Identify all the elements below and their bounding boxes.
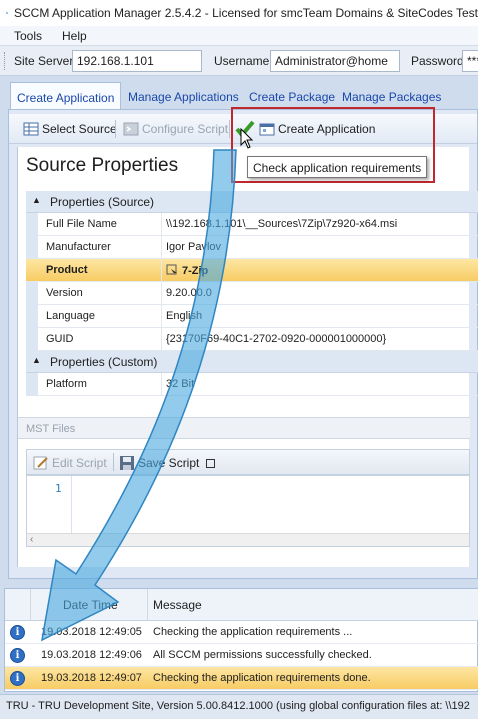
category-source[interactable]: ▲ Properties (Source) [26,191,478,213]
select-source-label: Select Source [42,122,117,136]
page-title: Source Properties [26,155,179,176]
property-value: \\192.168.1.101\__Sources\7Zip\7z920-x64… [166,218,398,230]
log-date: 19.03.2018 12:49:05 [41,626,142,638]
property-key: Version [38,282,162,305]
property-value: {23170F69-40C1-2702-0920-000001000000} [166,333,387,345]
mst-files-label: MST Files [18,417,470,439]
edit-cursor-icon [166,264,177,275]
app-logo-icon [6,12,8,14]
log-row-selected[interactable]: i 19.03.2018 12:49:07 Checking the appli… [5,667,478,690]
property-row[interactable]: Full File Name \\192.168.1.101\__Sources… [38,213,478,236]
configure-script-button[interactable]: Configure Script [123,119,228,139]
horizontal-scrollbar[interactable]: ‹ [27,533,469,546]
tab-create-application[interactable]: Create Application [10,82,122,112]
product-value: 7-Zip [182,265,209,277]
status-bar: TRU - TRU Development Site, Version 5.00… [0,694,478,719]
grid-gutter [26,373,38,396]
category-custom-label: Properties (Custom) [50,355,158,369]
tooltip: Check application requirements [247,156,427,178]
collapse-icon: ▲ [32,195,41,205]
table-icon [23,122,39,136]
username-label: Username [214,54,270,68]
menu-tools[interactable]: Tools [0,29,50,43]
property-key: Language [38,305,162,328]
menu-bar: Tools Help [0,26,478,46]
property-row[interactable]: GUID {23170F69-40C1-2702-0920-0000010000… [38,328,478,351]
edit-script-label: Edit Script [52,456,107,470]
category-custom[interactable]: ▲ Properties (Custom) [26,351,478,373]
source-properties-panel: Source Properties ▲ Properties (Source) … [17,147,478,567]
column-header-date[interactable]: Date Time [63,598,118,612]
property-value: Igor Pavlov [166,241,222,253]
property-row[interactable]: Version 9.20.00.0 [38,282,478,305]
password-label: Password [411,54,464,68]
save-icon [120,456,134,470]
select-source-button[interactable]: Select Source [23,119,117,139]
property-row[interactable]: Manufacturer Igor Pavlov [38,236,478,259]
edit-script-button[interactable]: Edit Script [33,453,107,473]
category-source-label: Properties (Source) [50,195,155,209]
script-icon [123,122,139,136]
log-date: 19.03.2018 12:49:07 [41,672,142,684]
property-value: 9.20.00.0 [166,287,212,299]
property-key: Full File Name [38,213,162,236]
property-key: Product [38,259,162,282]
info-icon: i [10,671,25,686]
toolbar-grip[interactable] [4,52,7,70]
property-key: GUID [38,328,162,351]
checkbox[interactable] [206,458,216,468]
toolbar-separator [229,120,230,138]
property-row[interactable]: Platform 32 Bit [38,373,478,396]
line-gutter [71,476,72,534]
menu-help[interactable]: Help [50,29,95,43]
tab-strip: Create Application Manage Applications C… [8,82,478,112]
column-separator [30,589,31,621]
tab-manage-applications[interactable]: Manage Applications [122,84,245,110]
title-bar: SCCM Application Manager 2.5.4.2 - Licen… [0,0,478,26]
column-header-message[interactable]: Message [153,598,202,612]
log-message: Checking the application requirements do… [153,672,371,684]
property-value: 7-Zip [162,259,478,282]
site-server-label: Site Server [14,54,74,68]
property-row-selected[interactable]: Product 7-Zip [26,259,478,282]
edit-icon [33,456,48,470]
collapse-icon: ▲ [32,355,41,365]
property-row[interactable]: Language English [38,305,478,328]
info-icon: i [10,625,25,640]
mouse-cursor-icon [240,128,254,149]
log-row[interactable]: i 19.03.2018 12:49:05 Checking the appli… [5,621,478,644]
line-number: 1 [55,482,62,495]
info-icon: i [10,648,25,663]
column-separator [147,589,148,621]
password-input[interactable]: *** [462,50,478,72]
log-message: All SCCM permissions successfully checke… [153,649,372,661]
save-script-label: Save Script [138,456,200,470]
log-header: Date Time Message [5,589,478,621]
script-editor[interactable]: 1 ‹ [26,475,470,547]
site-server-input[interactable]: 192.168.1.101 [72,50,202,72]
toolbar-separator [115,120,116,138]
save-script-button[interactable]: Save Script [119,453,216,473]
log-row[interactable]: i 19.03.2018 12:49:06 All SCCM permissio… [5,644,478,667]
log-date: 19.03.2018 12:49:06 [41,649,142,661]
log-message: Checking the application requirements ..… [153,626,353,638]
property-value: English [166,310,203,322]
property-value: 32 Bit [166,378,195,390]
window-title: SCCM Application Manager 2.5.4.2 - Licen… [14,6,478,20]
property-key: Platform [38,373,162,396]
configure-script-label: Configure Script [142,122,229,136]
script-toolbar: Edit Script Save Script [26,449,470,475]
property-key: Manufacturer [38,236,162,259]
toolbar-separator [113,453,114,471]
scroll-left-icon[interactable]: ‹ [30,534,33,545]
username-input[interactable]: Administrator@home [270,50,400,72]
grid-gutter [26,213,38,351]
connection-bar: Site Server 192.168.1.101 Username Admin… [0,46,478,76]
log-panel: Date Time Message i 19.03.2018 12:49:05 … [4,588,478,692]
